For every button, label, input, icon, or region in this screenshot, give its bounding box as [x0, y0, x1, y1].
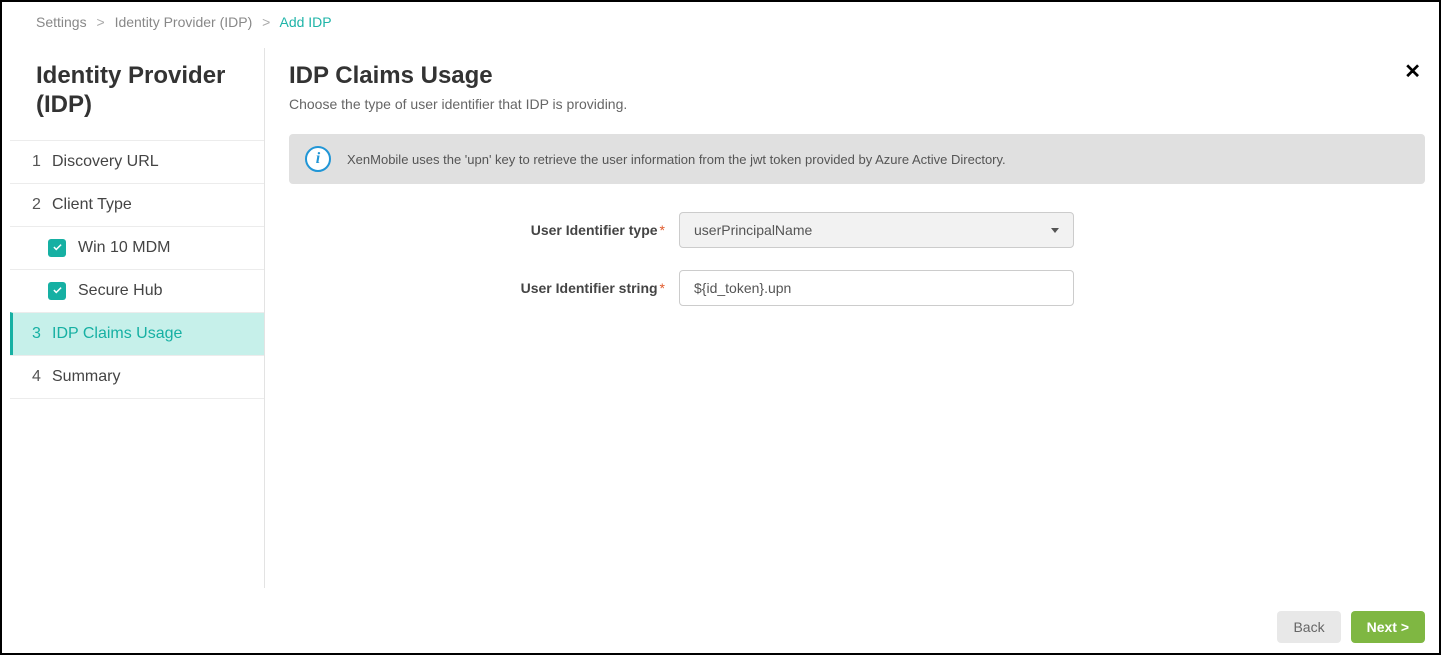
step-summary[interactable]: 4 Summary	[10, 355, 264, 399]
breadcrumb-idp[interactable]: Identity Provider (IDP)	[115, 14, 253, 30]
info-banner: i XenMobile uses the 'upn' key to retrie…	[289, 134, 1425, 184]
required-indicator: *	[660, 222, 665, 238]
substep-secure-hub[interactable]: Secure Hub	[10, 269, 264, 312]
info-text: XenMobile uses the 'upn' key to retrieve…	[347, 152, 1006, 167]
step-number: 4	[32, 368, 52, 386]
checkmark-icon	[48, 282, 66, 300]
user-identifier-type-select[interactable]: userPrincipalName	[679, 212, 1074, 248]
step-number: 1	[32, 153, 52, 171]
step-discovery-url[interactable]: 1 Discovery URL	[10, 140, 264, 183]
info-icon: i	[305, 146, 331, 172]
user-identifier-string-input[interactable]	[679, 270, 1074, 306]
caret-down-icon	[1051, 228, 1059, 233]
next-button[interactable]: Next >	[1351, 611, 1425, 643]
step-label: Discovery URL	[52, 153, 159, 171]
substep-label: Win 10 MDM	[78, 239, 170, 257]
vertical-divider	[264, 48, 265, 588]
user-identifier-string-label: User Identifier string*	[289, 280, 679, 296]
wizard-sidebar: Identity Provider (IDP) 1 Discovery URL …	[2, 48, 264, 588]
breadcrumb: Settings > Identity Provider (IDP) > Add…	[2, 2, 1439, 48]
substep-win10-mdm[interactable]: Win 10 MDM	[10, 226, 264, 269]
step-client-type[interactable]: 2 Client Type	[10, 183, 264, 226]
step-number: 2	[32, 196, 52, 214]
step-idp-claims-usage[interactable]: 3 IDP Claims Usage	[10, 312, 264, 355]
checkmark-icon	[48, 239, 66, 257]
back-button[interactable]: Back	[1277, 611, 1340, 643]
close-icon[interactable]: ✕	[1400, 62, 1425, 82]
breadcrumb-settings[interactable]: Settings	[36, 14, 87, 30]
step-number: 3	[32, 325, 52, 343]
page-title: IDP Claims Usage	[289, 62, 627, 90]
substep-label: Secure Hub	[78, 282, 163, 300]
breadcrumb-current: Add IDP	[279, 14, 331, 30]
step-label: IDP Claims Usage	[52, 325, 182, 343]
page-subtitle: Choose the type of user identifier that …	[289, 96, 627, 112]
user-identifier-type-label: User Identifier type*	[289, 222, 679, 238]
required-indicator: *	[660, 280, 665, 296]
sidebar-title: Identity Provider (IDP)	[10, 48, 264, 132]
breadcrumb-separator: >	[262, 14, 270, 30]
select-value: userPrincipalName	[694, 222, 812, 238]
step-label: Client Type	[52, 196, 132, 214]
step-label: Summary	[52, 368, 120, 386]
breadcrumb-separator: >	[96, 14, 104, 30]
